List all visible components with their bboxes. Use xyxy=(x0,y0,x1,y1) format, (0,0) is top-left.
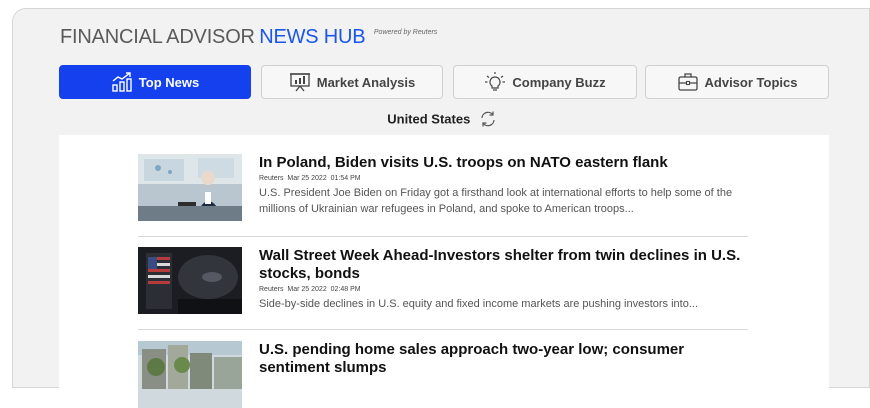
article-headline[interactable]: U.S. pending home sales approach two-yea… xyxy=(259,341,748,377)
tab-advisor-topics[interactable]: Advisor Topics xyxy=(645,65,829,99)
article-source: Reuters xyxy=(259,175,284,182)
news-hub-panel: FINANCIAL ADVISOR NEWS HUB Powered by Re… xyxy=(12,8,870,408)
region-label: United States xyxy=(387,111,471,127)
tab-top-news-label: Top News xyxy=(138,74,200,90)
news-photo-image xyxy=(138,247,242,314)
presentation-chart-icon xyxy=(289,73,310,92)
article-thumbnail[interactable] xyxy=(138,154,242,221)
article-headline[interactable]: In Poland, Biden visits U.S. troops on N… xyxy=(259,154,748,172)
tab-market-analysis[interactable]: Market Analysis xyxy=(261,65,443,99)
tab-advisor-topics-label: Advisor Topics xyxy=(704,74,798,90)
page-title: FINANCIAL ADVISOR NEWS HUB Powered by Re… xyxy=(60,26,437,49)
article-date: Mar 25 2022 xyxy=(287,286,327,293)
article-time: 01:54 PM xyxy=(330,175,361,182)
article-summary: U.S. President Joe Biden on Friday got a… xyxy=(259,187,733,215)
list-item[interactable]: U.S. pending home sales approach two-yea… xyxy=(138,341,748,408)
news-photo-image xyxy=(138,154,242,221)
list-item[interactable]: In Poland, Biden visits U.S. troops on N… xyxy=(138,154,748,221)
article-date: Mar 25 2022 xyxy=(287,175,327,182)
article-thumbnail[interactable] xyxy=(138,247,242,314)
briefcase-icon xyxy=(677,73,698,91)
tab-top-news[interactable]: Top News xyxy=(59,65,251,99)
article-thumbnail[interactable] xyxy=(138,341,242,408)
title-prefix: FINANCIAL ADVISOR xyxy=(60,26,255,48)
list-item[interactable]: Wall Street Week Ahead-Investors shelter… xyxy=(138,247,748,314)
article-meta: Reuters Mar 25 2022 02:48 PM xyxy=(259,286,748,293)
chart-up-icon xyxy=(112,72,132,92)
lightbulb-icon xyxy=(485,72,506,91)
article-summary: Side-by-side declines in U.S. equity and… xyxy=(259,298,698,310)
article-time: 02:48 PM xyxy=(330,286,361,293)
tab-company-buzz[interactable]: Company Buzz xyxy=(453,65,637,99)
tab-market-analysis-label: Market Analysis xyxy=(316,74,416,90)
divider xyxy=(138,329,748,330)
refresh-icon[interactable] xyxy=(479,110,497,128)
tab-company-buzz-label: Company Buzz xyxy=(512,74,606,90)
article-meta: Reuters Mar 25 2022 01:54 PM xyxy=(259,175,748,182)
news-photo-image xyxy=(138,341,242,408)
powered-by-label: Powered by Reuters xyxy=(373,29,438,36)
region-selector: United States xyxy=(13,110,870,128)
article-headline[interactable]: Wall Street Week Ahead-Investors shelter… xyxy=(259,247,748,283)
title-accent: NEWS HUB xyxy=(259,26,366,48)
divider xyxy=(138,236,748,237)
news-list: In Poland, Biden visits U.S. troops on N… xyxy=(59,135,829,408)
article-source: Reuters xyxy=(259,286,284,293)
